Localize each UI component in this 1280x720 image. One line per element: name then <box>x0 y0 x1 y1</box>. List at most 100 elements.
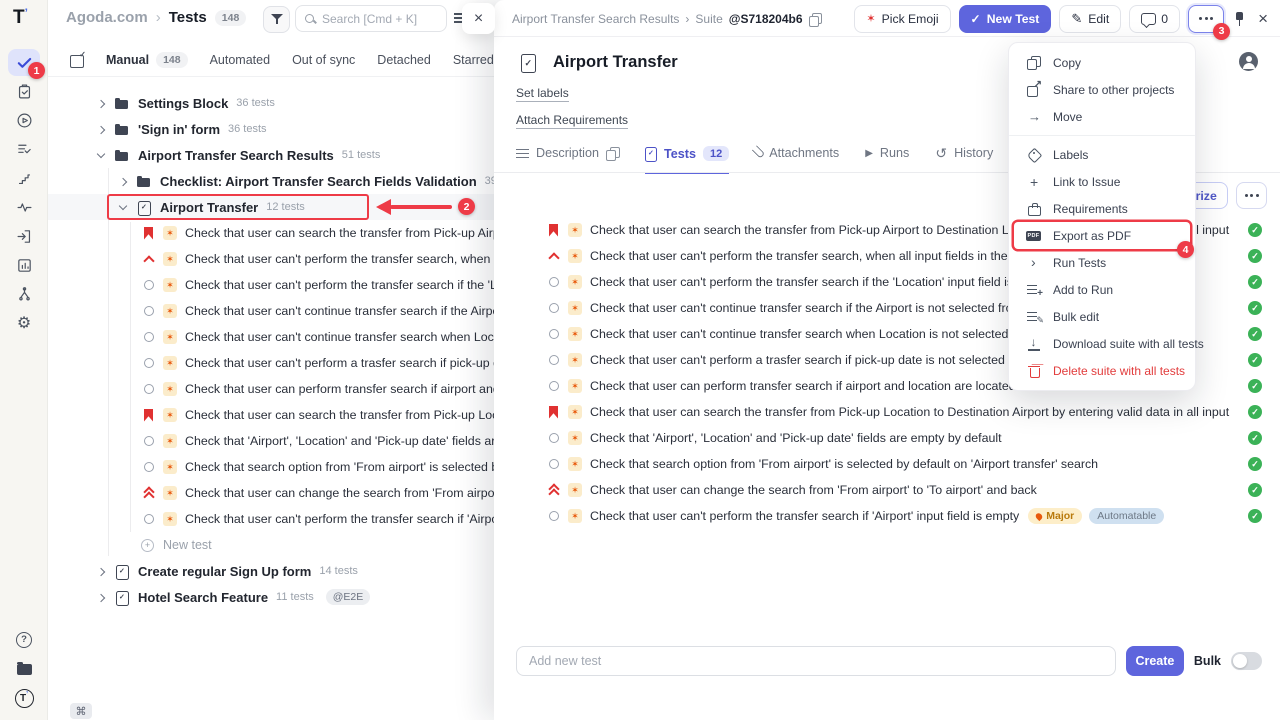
test-row[interactable]: Check that user can change the search fr… <box>546 477 1262 503</box>
test-row[interactable]: Check that user can search the transfer … <box>546 399 1262 425</box>
menu-item[interactable]: Requirements <box>1014 195 1190 222</box>
nav-settings-icon[interactable]: ⚙ <box>8 310 40 337</box>
tree-row[interactable]: Checklist: Airport Transfer Search Field… <box>48 168 496 194</box>
chevron-icon[interactable] <box>96 98 106 108</box>
menu-item[interactable]: Share to other projects <box>1014 76 1190 103</box>
brand-button[interactable]: T’ <box>8 685 40 712</box>
close-icon[interactable]: × <box>1254 9 1272 29</box>
suite-name[interactable]: Checklist: Airport Transfer Search Field… <box>160 174 477 189</box>
menu-item[interactable]: Link to Issue <box>1014 168 1190 195</box>
test-row[interactable]: Check that 'Airport', 'Location' and 'Pi… <box>546 425 1262 451</box>
attach-requirements-link[interactable]: Attach Requirements <box>516 113 628 129</box>
menu-item[interactable]: Move <box>1014 103 1190 130</box>
tab-history[interactable]: ↺History <box>935 146 993 173</box>
edit-button[interactable]: ✎Edit <box>1059 5 1121 33</box>
suite-name[interactable]: 'Sign in' form <box>138 122 220 137</box>
test-title[interactable]: Check that search option from 'From airp… <box>590 457 1098 471</box>
nav-pulse-icon[interactable] <box>8 194 40 221</box>
test-row[interactable]: Check that user can perform transfer sea… <box>141 376 496 402</box>
tests-more-button[interactable] <box>1236 182 1267 209</box>
menu-item[interactable]: Add to Run <box>1014 276 1190 303</box>
suite-name[interactable]: Settings Block <box>138 96 228 111</box>
chevron-icon[interactable] <box>118 176 128 186</box>
menu-item[interactable]: Export as PDF 4 <box>1014 222 1190 249</box>
test-row[interactable]: Check that search option from 'From airp… <box>141 454 496 480</box>
test-title[interactable]: Check that user can't perform the transf… <box>185 512 496 526</box>
test-row[interactable]: Check that user can't continue transfer … <box>141 324 496 350</box>
menu-item[interactable] <box>1009 135 1195 136</box>
menu-item[interactable]: Download suite with all tests <box>1014 330 1190 357</box>
test-title[interactable]: Check that 'Airport', 'Location' and 'Pi… <box>185 434 496 448</box>
search-box[interactable] <box>295 5 447 32</box>
set-labels-link[interactable]: Set labels <box>516 86 569 102</box>
test-row[interactable]: Check that user can't perform the transf… <box>546 503 1262 529</box>
bulk-toggle[interactable] <box>1231 652 1262 670</box>
test-title[interactable]: Check that user can't continue transfer … <box>185 330 496 344</box>
tab-detached[interactable]: Detached <box>377 53 431 67</box>
test-row[interactable]: Check that user can't perform a trasfer … <box>141 350 496 376</box>
suite-name[interactable]: Airport Transfer Search Results <box>138 148 334 163</box>
drawer-breadcrumb-parent[interactable]: Airport Transfer Search Results <box>512 12 679 26</box>
test-title[interactable]: Check that user can change the search fr… <box>590 483 1037 497</box>
test-row[interactable]: Check that user can search the transfer … <box>141 402 496 428</box>
test-row[interactable]: Check that user can't perform the transf… <box>141 272 496 298</box>
copy-icon[interactable] <box>606 147 619 160</box>
add-new-test-input[interactable] <box>516 646 1116 676</box>
comments-button[interactable]: 0 <box>1129 5 1180 33</box>
tab-starred[interactable]: Starred <box>453 53 494 67</box>
chevron-icon[interactable] <box>118 202 128 212</box>
suite-name[interactable]: Hotel Search Feature <box>138 590 268 605</box>
test-title[interactable]: Check that 'Airport', 'Location' and 'Pi… <box>590 431 1002 445</box>
tree-row[interactable]: Airport Transfer Search Results 51 tests <box>48 142 496 168</box>
create-button[interactable]: Create <box>1126 646 1184 676</box>
test-title[interactable]: Check that user can search the transfer … <box>590 405 1229 419</box>
test-title[interactable]: Check that user can change the search fr… <box>185 486 496 500</box>
test-title[interactable]: Check that user can't continue transfer … <box>185 304 496 318</box>
tutorials-button[interactable] <box>8 656 40 683</box>
help-button[interactable]: ? <box>8 626 40 653</box>
filter-button[interactable] <box>263 6 290 33</box>
test-title[interactable]: Check that user can't perform a trasfer … <box>185 356 496 370</box>
more-actions-button[interactable]: 3 <box>1188 5 1224 33</box>
app-logo-icon[interactable]: T’ <box>13 7 28 29</box>
chevron-icon[interactable] <box>96 592 106 602</box>
menu-item[interactable]: Copy <box>1014 49 1190 76</box>
test-title[interactable]: Check that user can't perform the transf… <box>590 275 1050 289</box>
test-title[interactable]: Check that user can perform transfer sea… <box>185 382 496 396</box>
pick-emoji-button[interactable]: ✶Pick Emoji <box>854 5 950 33</box>
nav-branches-icon[interactable] <box>8 281 40 308</box>
new-test-button[interactable]: ✓New Test <box>959 5 1052 33</box>
nav-analytics-icon[interactable] <box>8 252 40 279</box>
tab-out-of-sync[interactable]: Out of sync <box>292 53 355 67</box>
tree-row[interactable]: Hotel Search Feature 11 tests @E2E <box>48 584 496 610</box>
drawer-close-tab[interactable]: × <box>462 3 495 34</box>
test-title[interactable]: Check that search option from 'From airp… <box>185 460 496 474</box>
test-row[interactable]: Check that user can't continue transfer … <box>141 298 496 324</box>
copy-icon[interactable] <box>809 13 822 26</box>
tab-automated[interactable]: Automated <box>210 53 270 67</box>
tab-runs[interactable]: ▶Runs <box>865 146 909 173</box>
test-title[interactable]: Check that user can search the transfer … <box>185 226 496 240</box>
nav-plans-icon[interactable] <box>8 136 40 163</box>
user-avatar[interactable] <box>1239 52 1258 71</box>
chevron-icon[interactable] <box>96 150 106 160</box>
test-row[interactable]: Check that user can search the transfer … <box>141 220 496 246</box>
tree-row[interactable]: 'Sign in' form 36 tests <box>48 116 496 142</box>
breadcrumb-project[interactable]: Agoda.com <box>66 9 148 26</box>
chevron-icon[interactable] <box>96 124 106 134</box>
menu-item[interactable]: Labels <box>1014 141 1190 168</box>
nav-suites-icon[interactable] <box>8 78 40 105</box>
tab-description[interactable]: Description <box>516 146 619 173</box>
suite-name[interactable]: Create regular Sign Up form <box>138 564 311 579</box>
menu-item[interactable]: Bulk edit <box>1014 303 1190 330</box>
tab-attachments[interactable]: Attachments <box>755 146 839 173</box>
test-title[interactable]: Check that user can search the transfer … <box>185 408 496 422</box>
tree-row[interactable]: Settings Block 36 tests <box>48 90 496 116</box>
tab-manual[interactable]: Manual148 <box>106 52 188 68</box>
pin-icon[interactable] <box>1232 11 1246 27</box>
test-title[interactable]: Check that user can't perform the transf… <box>185 252 496 266</box>
nav-steps-icon[interactable] <box>8 165 40 192</box>
nav-import-icon[interactable] <box>8 223 40 250</box>
test-title[interactable]: Check that user can't perform the transf… <box>590 509 1019 523</box>
breadcrumb-section[interactable]: Tests <box>169 9 207 26</box>
